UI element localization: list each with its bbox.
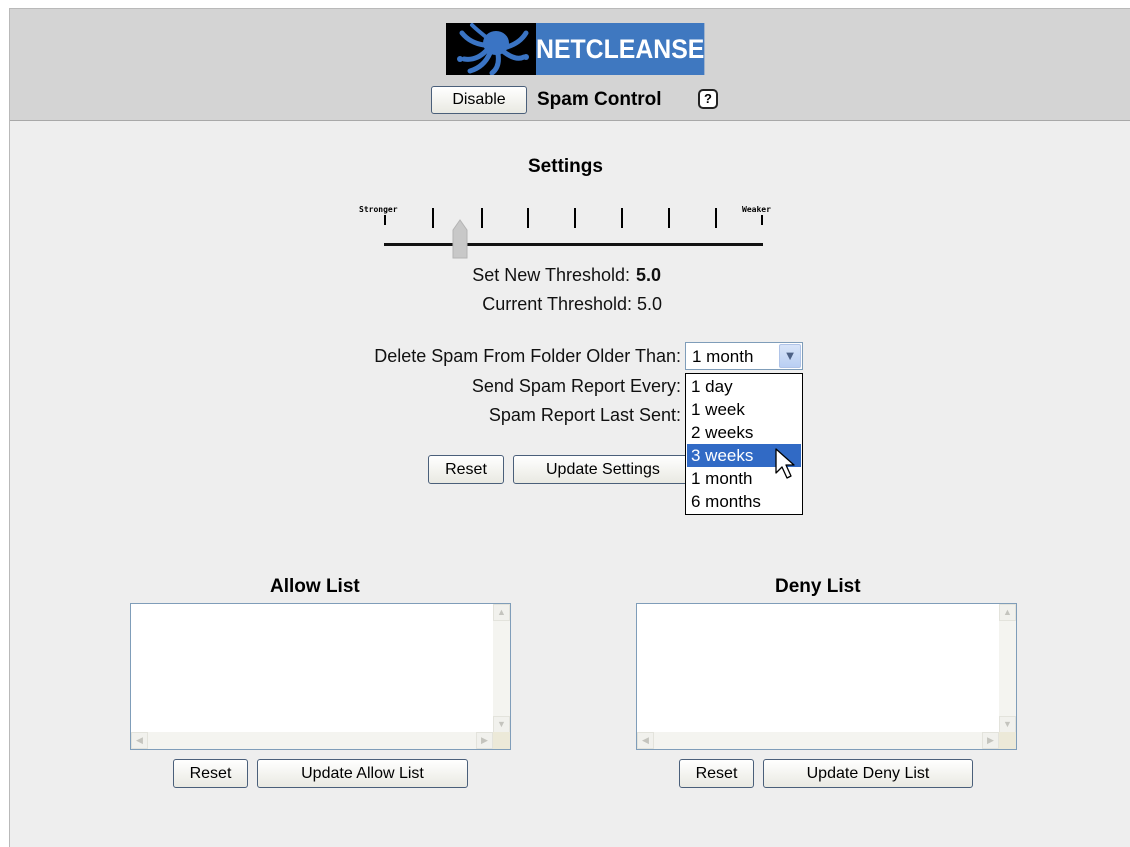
scrollbar-corner [999,732,1016,749]
netcleanse-logo: NETCLEANSE [446,23,705,76]
current-threshold-value: 5.0 [637,294,663,314]
vertical-scrollbar[interactable]: ▲ ▼ [999,604,1016,733]
scroll-right-icon[interactable]: ▶ [982,732,999,749]
octopus-logo-icon [446,23,536,76]
set-threshold-label: Set New Threshold: [472,265,630,285]
disable-button[interactable]: Disable [431,86,527,114]
chevron-down-icon[interactable]: ▼ [779,344,801,368]
scroll-left-icon[interactable]: ◀ [131,732,148,749]
help-icon[interactable]: ? [698,89,718,109]
allow-reset-button[interactable]: Reset [173,759,248,788]
delete-age-dropdown[interactable]: 1 day 1 week 2 weeks 3 weeks 1 month 6 m… [685,373,803,515]
dropdown-option[interactable]: 1 week [687,398,801,421]
update-deny-list-button[interactable]: Update Deny List [763,759,973,788]
dropdown-option[interactable]: 2 weeks [687,421,801,444]
vertical-scrollbar[interactable]: ▲ ▼ [493,604,510,733]
horizontal-scrollbar[interactable]: ◀ ▶ [131,732,493,749]
slider-track [384,243,763,246]
slider-stronger-label: Stronger [359,205,398,214]
scroll-left-icon[interactable]: ◀ [637,732,654,749]
scroll-up-icon[interactable]: ▲ [493,604,510,621]
scroll-down-icon[interactable]: ▼ [493,716,510,733]
settings-heading: Settings [528,156,603,177]
slider-tick [481,208,483,228]
settings-reset-button[interactable]: Reset [428,455,504,484]
scroll-up-icon[interactable]: ▲ [999,604,1016,621]
scroll-down-icon[interactable]: ▼ [999,716,1016,733]
deny-reset-button[interactable]: Reset [679,759,754,788]
slider-tick [384,215,386,225]
logo-wordmark: NETCLEANSE [536,23,705,75]
slider-tick [574,208,576,228]
slider-tick [527,208,529,228]
slider-tick [621,208,623,228]
scrollbar-corner [493,732,510,749]
report-every-label: Send Spam Report Every: [471,376,681,396]
horizontal-scrollbar[interactable]: ◀ ▶ [637,732,999,749]
delete-age-select[interactable]: 1 month ▼ [685,342,803,370]
mouse-cursor-icon [775,448,795,479]
scroll-right-icon[interactable]: ▶ [476,732,493,749]
page-title: Spam Control [537,89,662,110]
slider-weaker-label: Weaker [742,205,771,214]
deny-list-textarea[interactable]: ▲ ▼ ◀ ▶ [636,603,1017,750]
delete-age-value: 1 month [692,347,754,366]
slider-tick [432,208,434,228]
set-threshold-value: 5.0 [636,265,662,285]
allow-list-title: Allow List [270,576,360,597]
slider-tick [668,208,670,228]
update-allow-list-button[interactable]: Update Allow List [257,759,468,788]
slider-handle[interactable] [451,218,469,260]
delete-spam-label: Delete Spam From Folder Older Than: [374,346,681,366]
current-threshold-label: Current Threshold: [482,294,632,314]
deny-list-title: Deny List [775,576,861,597]
allow-list-textarea[interactable]: ▲ ▼ ◀ ▶ [130,603,511,750]
slider-tick [761,215,763,225]
update-settings-button[interactable]: Update Settings [513,455,713,484]
report-last-sent-label: Spam Report Last Sent: [488,405,681,425]
dropdown-option[interactable]: 1 day [687,375,801,398]
slider-tick [715,208,717,228]
dropdown-option[interactable]: 6 months [687,490,801,513]
